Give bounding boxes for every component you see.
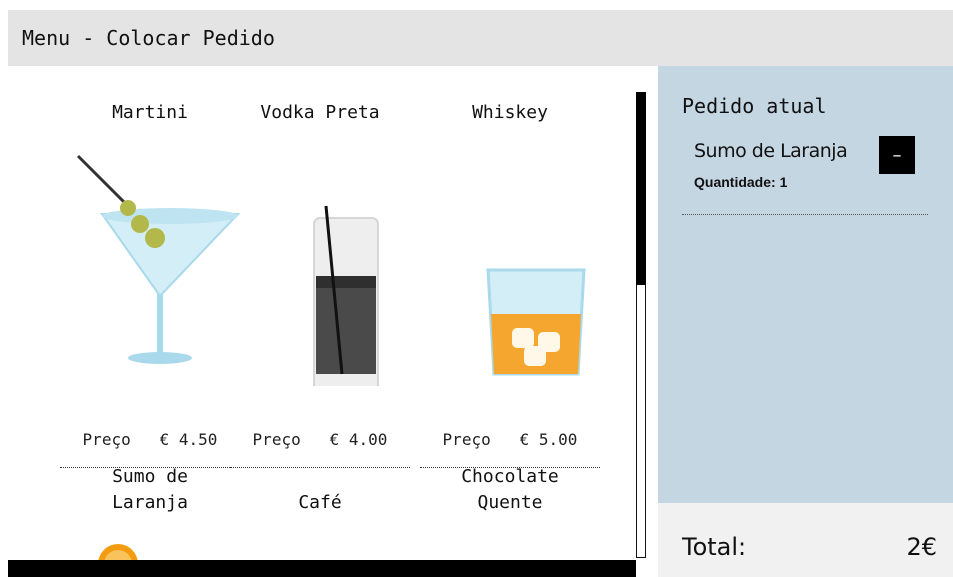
martini-icon	[76, 154, 240, 364]
menu-item-name: Sumo de Laranja	[112, 466, 188, 513]
menu-item-price: Preço € 5.00	[442, 430, 578, 449]
menu-grid: Martini Preço € 4.50 Vodka Preta Preço €…	[8, 66, 658, 577]
order-panel: Pedido atual Sumo de Laranja Quantidade:…	[658, 66, 953, 503]
menu-item-name: Vodka Preta	[260, 102, 380, 123]
order-title: Pedido atual	[682, 94, 827, 118]
order-item-name: Sumo de Laranja	[694, 140, 848, 162]
quantity-label: Quantidade:	[694, 174, 776, 190]
total-value: 2€	[906, 533, 937, 561]
menu-item-name: Café	[298, 492, 342, 513]
scrollbar-thumb[interactable]	[636, 92, 646, 285]
menu-item-price: Preço € 4.50	[82, 430, 218, 449]
total-label: Total:	[682, 533, 747, 561]
page-title: Menu - Colocar Pedido	[22, 26, 275, 50]
menu-item-name: Whiskey	[472, 102, 548, 123]
remove-item-button[interactable]: –	[879, 136, 915, 174]
total-area: Total: 2€	[658, 503, 953, 577]
menu-item-martini[interactable]: Martini Preço € 4.50	[60, 100, 240, 480]
quantity-value: 1	[779, 174, 788, 190]
menu-item-name: Chocolate Quente	[461, 466, 559, 513]
whiskey-glass-icon	[486, 268, 586, 376]
horizontal-scrollbar[interactable]	[8, 560, 636, 577]
order-item-quantity: Quantidade: 1	[694, 174, 787, 190]
title-bar: Menu - Colocar Pedido	[8, 10, 953, 66]
vodka-glass-icon	[313, 205, 379, 386]
divider	[682, 214, 928, 215]
menu-item-vodka-preta[interactable]: Vodka Preta Preço € 4.00	[230, 100, 410, 480]
menu-item-name: Martini	[112, 102, 188, 123]
menu-item-price: Preço € 4.00	[252, 430, 388, 449]
menu-item-whiskey[interactable]: Whiskey Preço € 5.00	[420, 100, 600, 480]
